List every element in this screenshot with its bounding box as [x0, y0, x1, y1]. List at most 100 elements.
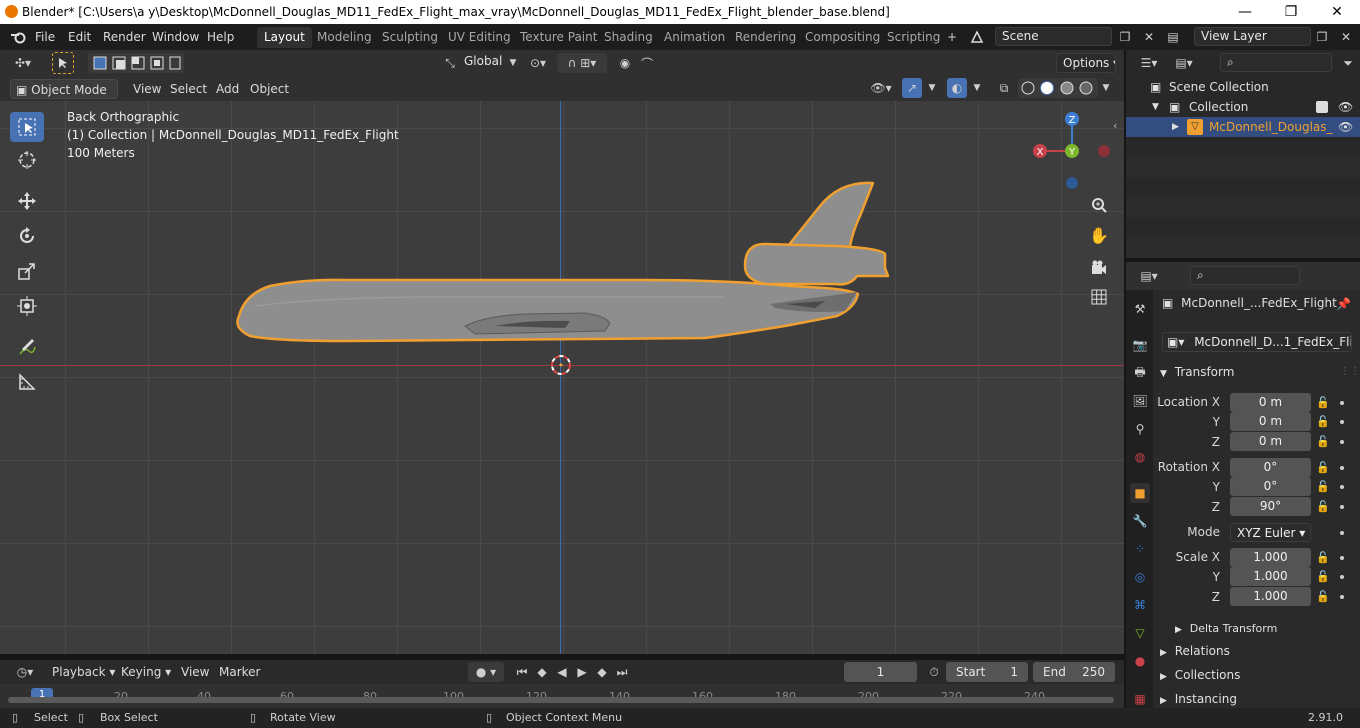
location-z-field[interactable]: 0 m	[1230, 432, 1311, 451]
modifier-tab-icon[interactable]: 🔧	[1130, 511, 1150, 531]
3d-viewport[interactable]: Back Orthographic (1) Collection | McDon…	[0, 101, 1125, 654]
airplane-model[interactable]	[225, 176, 900, 371]
outliner-scene-collection[interactable]: ▣ Scene Collection	[1126, 77, 1360, 97]
material-tab-icon[interactable]: ●	[1130, 651, 1150, 671]
physics-tab-icon[interactable]: ◎	[1130, 567, 1150, 587]
menu-render[interactable]: Render	[99, 28, 150, 46]
timeline-scrollbar[interactable]	[8, 697, 1114, 703]
scale-y-field[interactable]: 1.000	[1230, 567, 1311, 586]
menu-select[interactable]: Select	[165, 79, 212, 99]
expand-arrow-icon[interactable]: ▶	[1172, 117, 1179, 137]
outliner-editor-icon[interactable]: ☰▾	[1134, 53, 1164, 73]
keyframe-dot-icon[interactable]	[1340, 440, 1344, 444]
relations-panel-header[interactable]: ▶ Relations	[1160, 644, 1230, 658]
prev-keyframe-icon[interactable]: ◆	[532, 662, 552, 682]
pan-hand-icon[interactable]: ✋	[1087, 223, 1111, 247]
tool-rotate-icon[interactable]	[10, 221, 44, 251]
lock-icon[interactable]: 🔓	[1316, 461, 1330, 474]
tab-compositing[interactable]: Compositing	[798, 27, 887, 48]
options-dropdown[interactable]: Options ▾	[1056, 53, 1116, 73]
tool-cursor-icon[interactable]	[10, 145, 44, 175]
lock-icon[interactable]: 🔓	[1316, 570, 1330, 583]
menu-view[interactable]: View	[128, 79, 166, 99]
editor-type-icon[interactable]: ✣▾	[8, 53, 38, 73]
end-frame-field[interactable]: End 250	[1033, 662, 1115, 682]
eye-icon[interactable]: 👁	[1338, 117, 1353, 137]
lock-icon[interactable]: 🔓	[1316, 435, 1330, 448]
delta-transform-header[interactable]: ▶ Delta Transform	[1175, 621, 1277, 635]
perspective-grid-icon[interactable]	[1087, 285, 1111, 309]
new-view-layer-icon[interactable]: ❐	[1312, 27, 1332, 47]
snap-icon[interactable]: ∩ ⊞▾	[557, 53, 607, 73]
keyframe-dot-icon[interactable]	[1340, 531, 1344, 535]
timeline-editor-icon[interactable]: ◷▾	[10, 662, 40, 682]
tab-rendering[interactable]: Rendering	[728, 27, 803, 48]
new-scene-icon[interactable]: ❐	[1115, 27, 1135, 47]
area-divider[interactable]	[1124, 50, 1126, 708]
select-tool-icon[interactable]	[52, 52, 74, 74]
properties-search-input[interactable]: ⌕	[1190, 266, 1300, 285]
drag-handle-icon[interactable]: ⋮⋮	[1340, 366, 1360, 377]
tool-tab-icon[interactable]: ⚒	[1130, 299, 1150, 319]
menu-help[interactable]: Help	[203, 28, 238, 46]
proportional-editing-icon[interactable]: ◉	[615, 53, 635, 73]
view-layer-tab-icon[interactable]: 🖼	[1130, 391, 1150, 411]
location-x-field[interactable]: 0 m	[1230, 393, 1311, 412]
keyframe-dot-icon[interactable]	[1340, 505, 1344, 509]
navigation-gizmo[interactable]: Z X Y	[1028, 109, 1118, 199]
tool-scale-icon[interactable]	[10, 256, 44, 286]
tab-sculpting[interactable]: Sculpting	[375, 27, 445, 48]
filter-icon[interactable]: ⏷	[1338, 53, 1358, 73]
gizmo-dropdown-icon[interactable]: ▼	[922, 78, 942, 98]
render-tab-icon[interactable]: 📷	[1130, 335, 1150, 355]
collections-panel-header[interactable]: ▶ Collections	[1160, 668, 1240, 682]
current-frame-field[interactable]: 1	[844, 662, 917, 682]
area-divider[interactable]	[0, 654, 1124, 660]
lock-icon[interactable]: 🔓	[1316, 415, 1330, 428]
area-divider[interactable]	[1126, 258, 1360, 262]
pivot-point-icon[interactable]: ⊙▾	[524, 53, 552, 73]
overlays-dropdown-icon[interactable]: ▼	[967, 78, 987, 98]
start-frame-field[interactable]: Start 1	[946, 662, 1028, 682]
camera-icon[interactable]	[1087, 256, 1111, 280]
timeline-keying-menu[interactable]: Keying ▾	[116, 662, 176, 682]
properties-editor-icon[interactable]: ▤▾	[1134, 266, 1164, 286]
record-keyframe-icon[interactable]: ● ▾	[468, 662, 504, 682]
constraints-tab-icon[interactable]: ⌘	[1130, 595, 1150, 615]
zoom-icon[interactable]	[1087, 193, 1111, 217]
keyframe-dot-icon[interactable]	[1340, 420, 1344, 424]
jump-start-icon[interactable]: ⏮	[512, 662, 532, 682]
tool-annotate-icon[interactable]	[10, 332, 44, 362]
remove-view-layer-icon[interactable]: ✕	[1336, 27, 1356, 47]
transform-panel-header[interactable]: ▼ Transform	[1160, 365, 1234, 379]
rotation-y-field[interactable]: 0°	[1230, 477, 1311, 496]
menu-add[interactable]: Add	[211, 79, 244, 99]
scene-icon[interactable]	[967, 27, 987, 47]
stopwatch-icon[interactable]: ⏱	[924, 662, 944, 682]
tab-modeling[interactable]: Modeling	[310, 27, 379, 48]
tab-scripting[interactable]: Scripting	[880, 27, 947, 48]
object-mode-dropdown[interactable]: ▣ Object Mode ▾	[10, 79, 118, 117]
object-tab-icon[interactable]: ■	[1130, 483, 1150, 503]
lock-icon[interactable]: 🔓	[1316, 500, 1330, 513]
sidebar-toggle-icon[interactable]: ‹	[1113, 119, 1117, 132]
close-button[interactable]: ✕	[1314, 0, 1360, 24]
scene-name-field[interactable]: Scene	[995, 27, 1112, 46]
tab-animation[interactable]: Animation	[657, 27, 732, 48]
play-icon[interactable]: ▶	[572, 662, 592, 682]
pin-icon[interactable]: 📌	[1336, 297, 1351, 311]
tool-select-box-icon[interactable]	[10, 112, 44, 142]
menu-object[interactable]: Object	[245, 79, 294, 99]
lock-icon[interactable]: 🔓	[1316, 396, 1330, 409]
add-workspace-icon[interactable]: +	[942, 27, 962, 47]
tab-shading[interactable]: Shading	[597, 27, 660, 48]
rotation-z-field[interactable]: 90°	[1230, 497, 1311, 516]
keyframe-dot-icon[interactable]	[1340, 466, 1344, 470]
lock-icon[interactable]: 🔓	[1316, 590, 1330, 603]
texture-tab-icon[interactable]: ▦	[1130, 689, 1150, 709]
selection-mode-buttons[interactable]	[88, 53, 184, 73]
display-mode-icon[interactable]: ▤▾	[1170, 53, 1198, 73]
minimize-button[interactable]: —	[1222, 0, 1268, 24]
data-tab-icon[interactable]: ▽	[1130, 623, 1150, 643]
jump-end-icon[interactable]: ⏭	[612, 662, 632, 682]
